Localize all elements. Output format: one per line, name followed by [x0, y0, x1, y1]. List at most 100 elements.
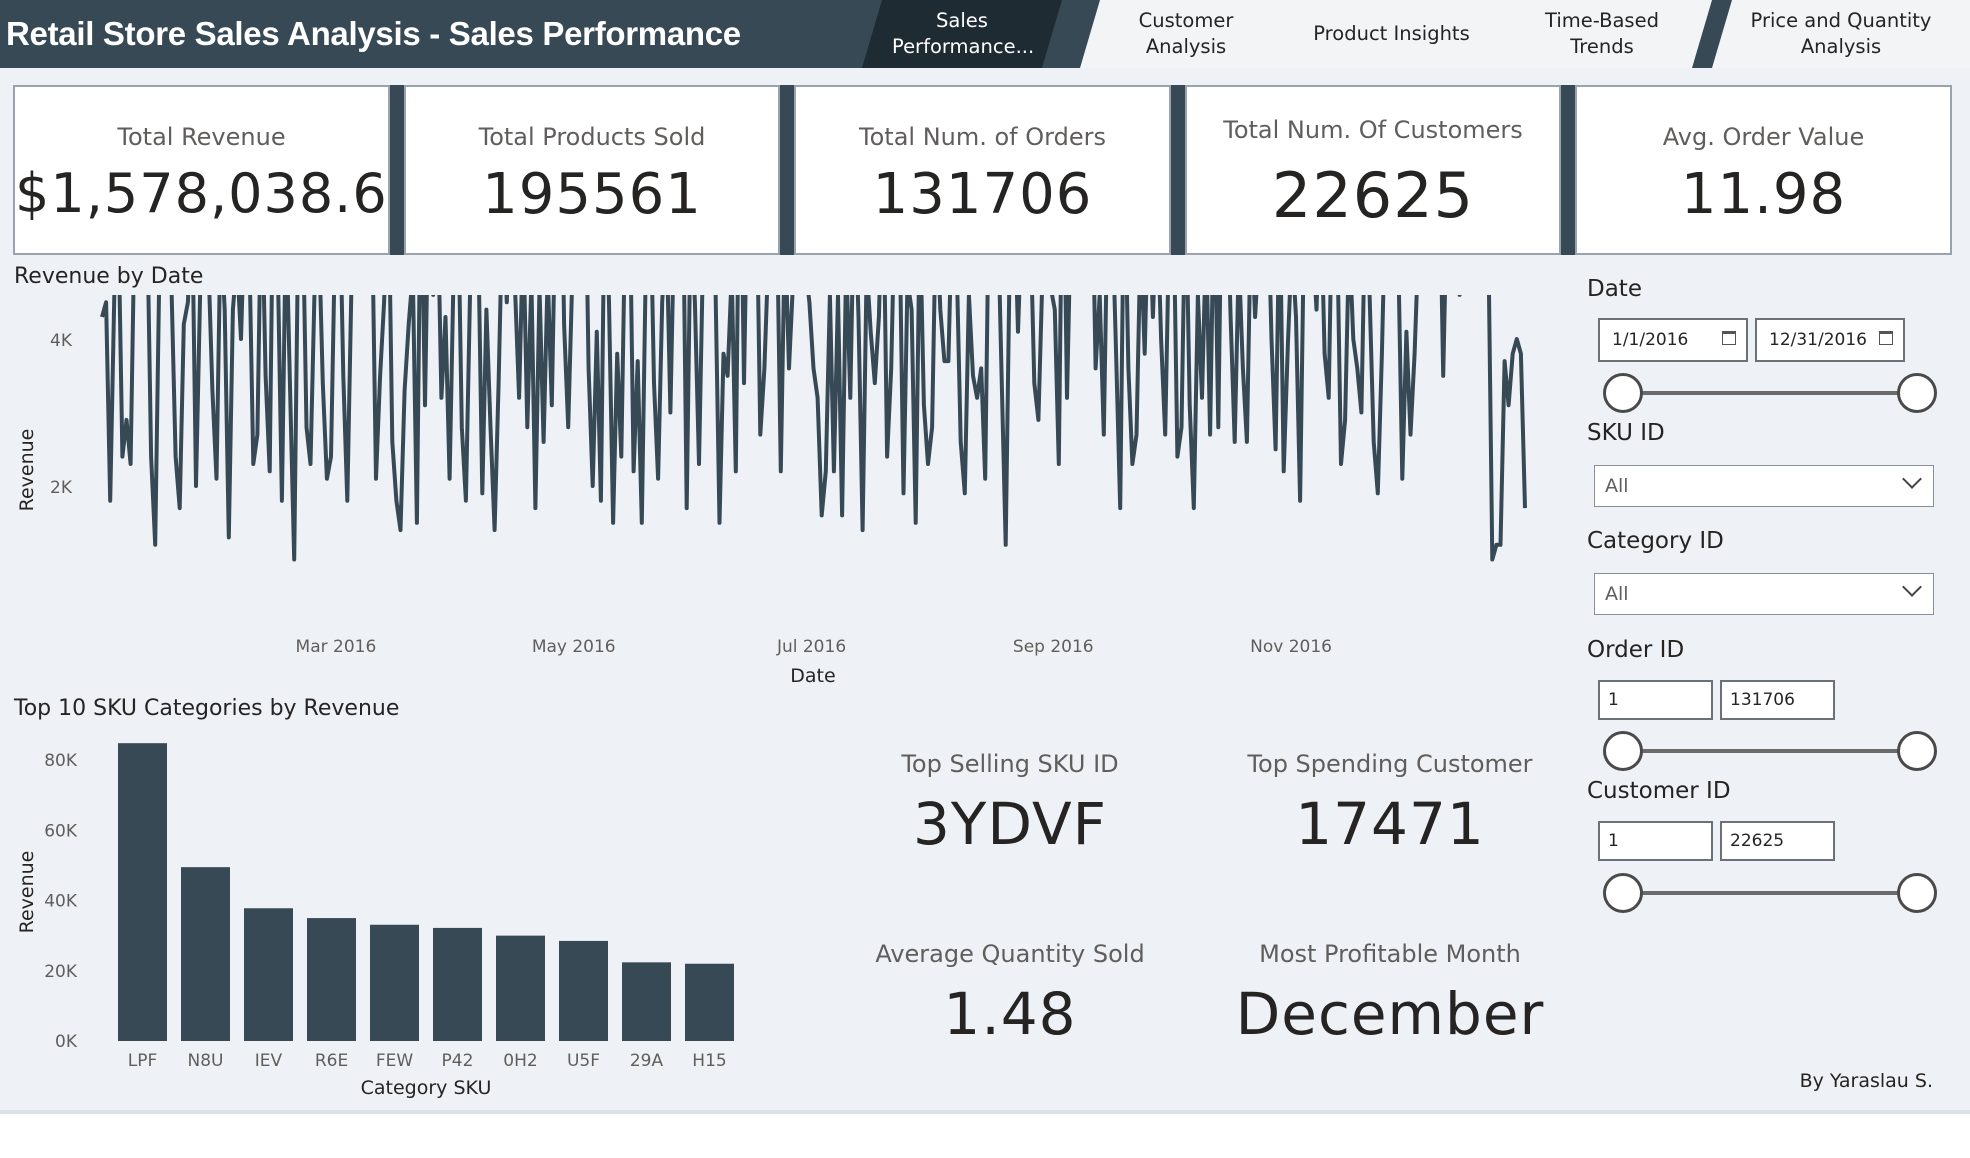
category-dropdown[interactable]: All: [1594, 573, 1934, 615]
author-credit: By Yaraslau S.: [1799, 1070, 1933, 1092]
kpi-total-products-sold: Total Products Sold 195561: [404, 85, 780, 255]
kpi-label: Avg. Order Value: [1662, 123, 1865, 151]
order-range-track[interactable]: [1622, 749, 1918, 753]
report-bottom-edge: [0, 1110, 1970, 1114]
x-tick-label: IEV: [255, 1051, 283, 1071]
calendar-icon[interactable]: [1879, 331, 1893, 345]
y-tick-label: 60K: [44, 821, 78, 841]
y-tick-label: 2K: [50, 478, 73, 498]
date-range-start-handle[interactable]: [1603, 373, 1643, 413]
card-label: Most Profitable Month: [1259, 940, 1521, 968]
bar-0h2[interactable]: [496, 935, 545, 1041]
tab-label: Product Insights: [1313, 22, 1470, 45]
bar-h15[interactable]: [685, 963, 734, 1041]
bar-few[interactable]: [370, 924, 419, 1041]
customer-max-value: 22625: [1730, 831, 1785, 851]
x-tick-label: Mar 2016: [296, 637, 377, 657]
card-label: Top Selling SKU ID: [901, 750, 1119, 778]
order-slicer-title: Order ID: [1587, 637, 1685, 663]
date-end-value: 12/31/2016: [1769, 330, 1867, 350]
line-y-axis-label: Revenue: [16, 429, 38, 512]
bar-n8u[interactable]: [181, 867, 230, 1041]
sku-slicer-title: SKU ID: [1587, 420, 1665, 446]
customer-range-end-handle[interactable]: [1897, 873, 1937, 913]
x-tick-label: 0H2: [503, 1051, 537, 1071]
x-tick-label: Jul 2016: [776, 637, 846, 657]
kpi-value: 131706: [872, 162, 1093, 227]
chevron-down-icon: [1902, 577, 1922, 597]
kpi-value: 195561: [482, 162, 702, 227]
order-range-start-handle[interactable]: [1603, 731, 1643, 771]
y-tick-label: 20K: [44, 962, 78, 982]
header-bar: Retail Store Sales Analysis - Sales Perf…: [0, 0, 1970, 68]
kpi-total-customers: Total Num. Of Customers 22625: [1185, 85, 1561, 255]
bar-p42[interactable]: [433, 927, 482, 1041]
date-range-track[interactable]: [1622, 391, 1918, 395]
report-title: Retail Store Sales Analysis - Sales Perf…: [6, 15, 741, 52]
order-range-end-handle[interactable]: [1897, 731, 1937, 771]
customer-min-value: 1: [1608, 831, 1619, 851]
bar-iev[interactable]: [244, 908, 293, 1041]
tab-time-based-trends[interactable]: Time-Based Trends: [1492, 0, 1712, 68]
revenue-line: [100, 295, 1527, 562]
customer-range-track[interactable]: [1622, 891, 1918, 895]
x-tick-label: U5F: [567, 1051, 600, 1071]
bar-r6e[interactable]: [307, 918, 356, 1041]
line-x-axis-label: Date: [790, 665, 835, 687]
tab-label: Time-Based Trends: [1545, 9, 1659, 58]
kpi-total-revenue: Total Revenue $1,578,038.62: [13, 85, 424, 255]
bar-29a[interactable]: [622, 962, 671, 1041]
tab-customer-analysis[interactable]: Customer Analysis: [1080, 0, 1292, 68]
card-label: Top Spending Customer: [1247, 750, 1533, 778]
tab-label: Price and Quantity Analysis: [1750, 9, 1932, 58]
revenue-by-date-chart[interactable]: 2K4K6K8K Mar 2016May 2016Jul 2016Sep 201…: [0, 295, 1560, 690]
date-slicer-title: Date: [1587, 276, 1642, 302]
kpi-value: $1,578,038.62: [15, 162, 424, 225]
date-start-value: 1/1/2016: [1612, 330, 1689, 350]
tab-product-insights[interactable]: Product Insights: [1270, 0, 1513, 68]
x-tick-label: R6E: [315, 1051, 348, 1071]
x-tick-label: 29A: [630, 1051, 664, 1071]
date-start-input[interactable]: 1/1/2016: [1598, 318, 1748, 362]
tab-label: Customer Analysis: [1138, 9, 1234, 58]
x-tick-label: FEW: [376, 1051, 414, 1071]
line-chart-title: Revenue by Date: [14, 264, 204, 289]
bar-chart-title: Top 10 SKU Categories by Revenue: [14, 696, 400, 721]
x-tick-label: May 2016: [532, 637, 616, 657]
tab-price-quantity-analysis[interactable]: Price and Quantity Analysis: [1712, 0, 1970, 68]
x-tick-label: Sep 2016: [1013, 637, 1094, 657]
customer-min-input[interactable]: 1: [1598, 821, 1713, 861]
top-sku-categories-chart[interactable]: 0K 20K 40K 60K 80K LPF N8U IEV R6E FEW P42 0H2 U5F 2…: [0, 725, 760, 1110]
y-tick-label: 0K: [55, 1032, 78, 1052]
y-tick-label: 80K: [44, 751, 78, 771]
kpi-total-orders: Total Num. of Orders 131706: [794, 85, 1171, 255]
bar-lpf[interactable]: [118, 743, 167, 1041]
tab-sales-performance[interactable]: Sales Performance...: [862, 0, 1062, 68]
kpi-label: Total Products Sold: [478, 123, 706, 151]
kpi-separator: [780, 85, 794, 255]
kpi-label: Total Num. of Orders: [859, 123, 1106, 151]
y-tick-label: 4K: [50, 331, 73, 351]
customer-max-input[interactable]: 22625: [1720, 821, 1835, 861]
x-tick-label: N8U: [188, 1051, 224, 1071]
order-max-input[interactable]: 131706: [1720, 680, 1835, 720]
kpi-separator: [390, 85, 404, 255]
card-value-top-customer: 17471: [1295, 790, 1485, 858]
category-dropdown-value: All: [1605, 583, 1629, 605]
tab-label: Sales Performance...: [892, 9, 1035, 58]
order-min-value: 1: [1608, 690, 1619, 710]
card-value-profitable-month: December: [1235, 980, 1545, 1048]
order-max-value: 131706: [1730, 690, 1795, 710]
date-end-input[interactable]: 12/31/2016: [1755, 318, 1905, 362]
customer-range-start-handle[interactable]: [1603, 873, 1643, 913]
x-tick-label: P42: [442, 1051, 474, 1071]
sku-dropdown[interactable]: All: [1594, 465, 1934, 507]
category-slicer-title: Category ID: [1587, 528, 1724, 554]
date-range-end-handle[interactable]: [1897, 373, 1937, 413]
y-tick-label: 40K: [44, 892, 78, 912]
bar-u5f[interactable]: [559, 940, 608, 1041]
order-min-input[interactable]: 1: [1598, 680, 1713, 720]
sku-dropdown-value: All: [1605, 475, 1629, 497]
calendar-icon[interactable]: [1722, 331, 1736, 345]
customer-slicer-title: Customer ID: [1587, 778, 1731, 804]
